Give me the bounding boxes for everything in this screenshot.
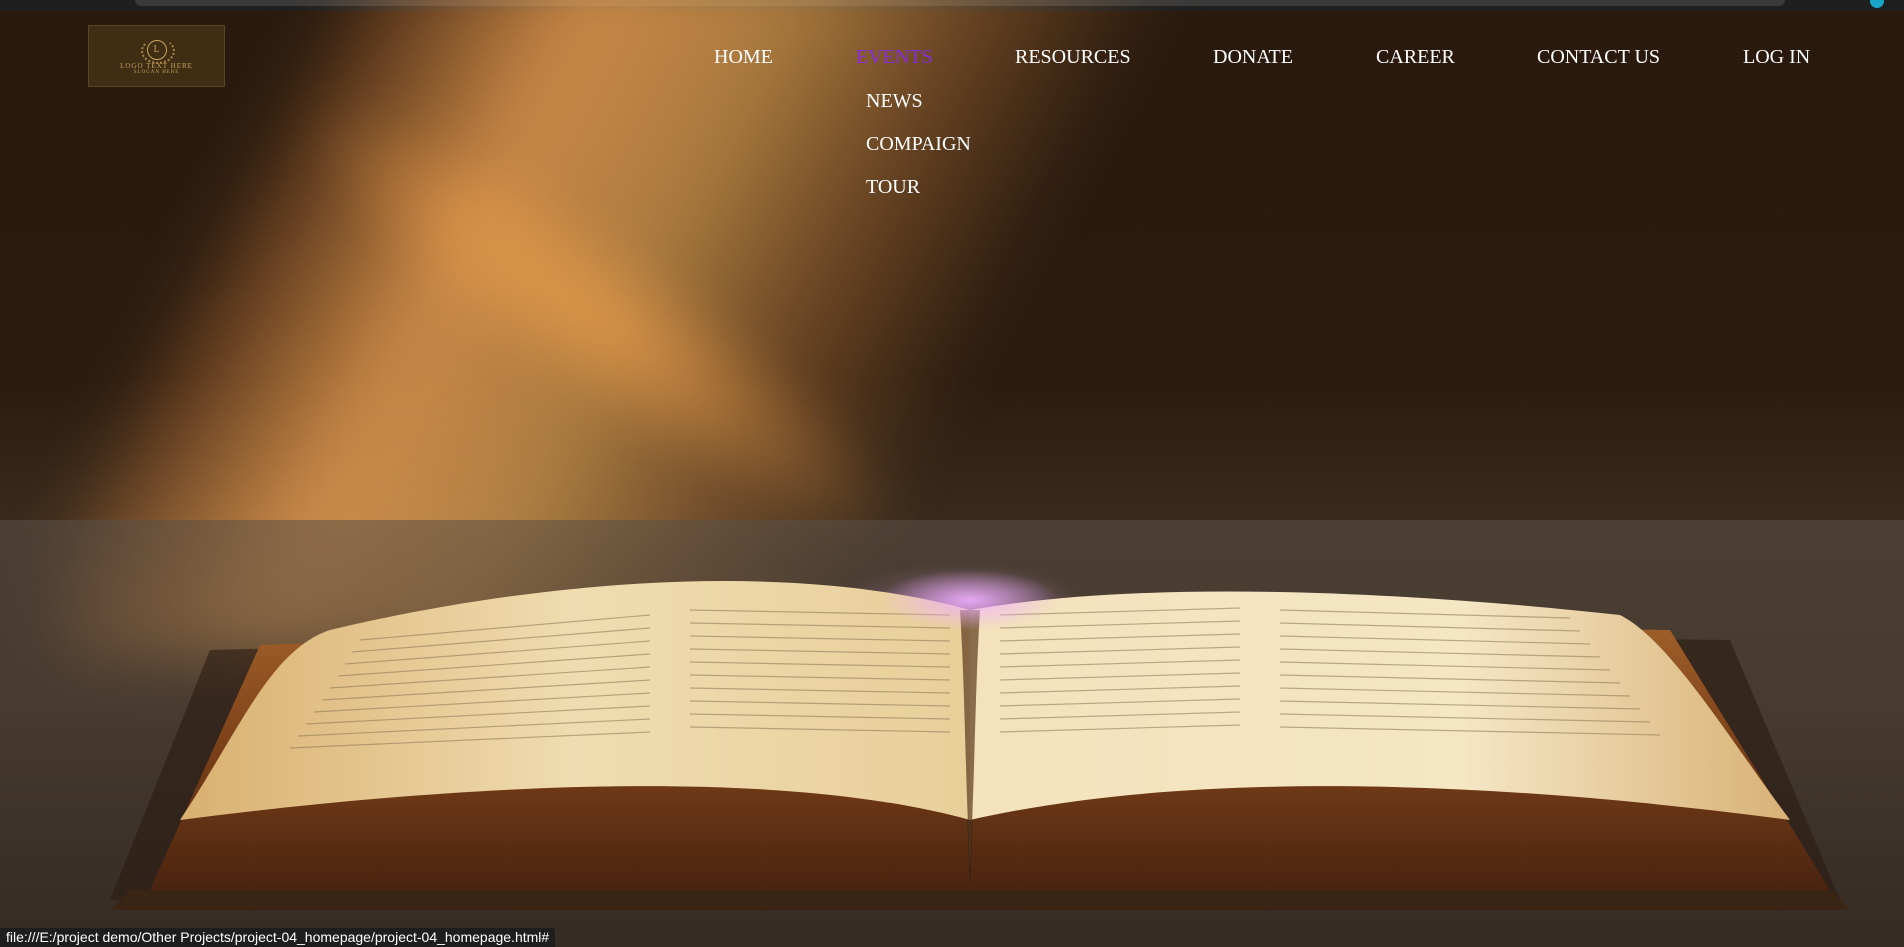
dropdown-item-news[interactable]: NEWS [866, 90, 971, 133]
nav-item-contact-us[interactable]: CONTACT US [1537, 46, 1660, 69]
nav-item-log-in[interactable]: LOG IN [1743, 46, 1810, 69]
hero-book-image [110, 570, 1850, 910]
dropdown-item-tour[interactable]: TOUR [866, 176, 971, 219]
nav-item-resources[interactable]: RESOURCES [1015, 46, 1131, 69]
status-bar-url: file:///E:/project demo/Other Projects/p… [0, 928, 556, 947]
nav-item-donate[interactable]: DONATE [1213, 46, 1293, 69]
nav-item-events[interactable]: EVENTS [856, 46, 933, 69]
dropdown-item-compaign[interactable]: COMPAIGN [866, 133, 971, 176]
events-dropdown-menu: NEWS COMPAIGN TOUR [866, 90, 971, 219]
nav-item-home[interactable]: HOME [714, 46, 773, 69]
homepage: L LOGO TEXT HERE SLOGAN HERE HOME EVENTS… [0, 0, 1904, 947]
nav-item-career[interactable]: CAREER [1376, 46, 1455, 69]
main-nav: HOME EVENTS RESOURCES DONATE CAREER CONT… [0, 46, 1904, 76]
browser-extension-icon[interactable] [1870, 0, 1884, 8]
